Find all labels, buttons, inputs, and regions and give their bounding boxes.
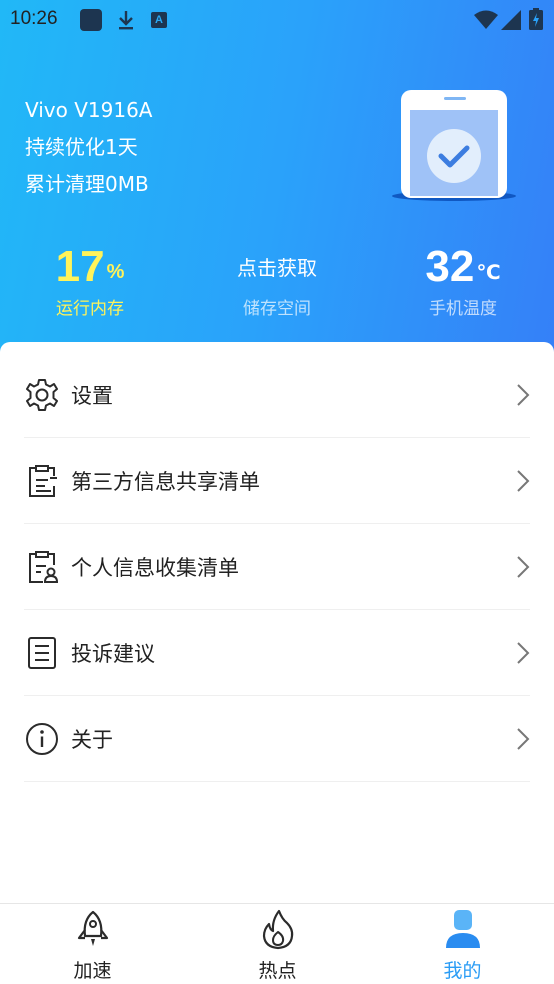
cleaned-total: 累计清理0MB xyxy=(25,172,149,196)
device-info: Vivo V1916A 持续优化1天 累计清理0MB xyxy=(25,92,153,203)
app-square-icon xyxy=(80,9,102,31)
menu-item-third-party-sharing[interactable]: 第三方信息共享清单 xyxy=(24,438,530,524)
menu-card: 设置 第三方信息共享清单 个人信息收集清单 投诉建议 关于 xyxy=(0,342,554,904)
a-notification-icon: A xyxy=(151,12,167,28)
info-icon xyxy=(24,721,60,757)
menu-item-settings[interactable]: 设置 xyxy=(24,352,530,438)
storage-label: 储存空间 xyxy=(243,299,311,319)
document-icon xyxy=(24,635,60,671)
phone-check-illustration xyxy=(392,90,516,201)
bottom-navigation: 加速 热点 我的 xyxy=(0,903,554,984)
menu-item-complaints[interactable]: 投诉建议 xyxy=(24,610,530,696)
memory-value: 17 xyxy=(55,242,105,291)
menu-item-personal-info-collection[interactable]: 个人信息收集清单 xyxy=(24,524,530,610)
memory-label: 运行内存 xyxy=(56,299,124,319)
chevron-right-icon xyxy=(517,642,530,664)
menu-label-about: 关于 xyxy=(71,727,113,752)
temperature-label: 手机温度 xyxy=(429,299,497,319)
menu-label-personal-info-collection: 个人信息收集清单 xyxy=(71,555,239,580)
menu-label-settings: 设置 xyxy=(71,383,113,408)
status-time: 10:26 xyxy=(10,8,58,29)
status-bar: 10:26 A xyxy=(0,0,554,38)
storage-stat[interactable]: 点击获取 储存空间 xyxy=(192,236,362,319)
optimized-days: 持续优化1天 xyxy=(25,135,138,159)
menu-item-about[interactable]: 关于 xyxy=(24,696,530,782)
temperature-stat[interactable]: 32 ℃ 手机温度 xyxy=(378,236,548,319)
menu-label-third-party-sharing: 第三方信息共享清单 xyxy=(71,469,260,494)
nav-label-hotspot: 热点 xyxy=(258,960,297,982)
settings-menu: 设置 第三方信息共享清单 个人信息收集清单 投诉建议 关于 xyxy=(24,352,530,782)
gear-icon xyxy=(24,377,60,413)
download-icon xyxy=(119,11,133,30)
rocket-icon xyxy=(77,910,108,946)
nav-tab-mine[interactable]: 我的 xyxy=(370,904,554,984)
battery-charging-icon xyxy=(529,8,543,30)
device-model: Vivo V1916A xyxy=(25,98,153,122)
header-banner: 10:26 A Vivo V1916A 持续优化1天 累计清理0MB 17 % … xyxy=(0,0,554,360)
chevron-right-icon xyxy=(517,728,530,750)
memory-stat[interactable]: 17 % 运行内存 xyxy=(5,236,175,319)
chevron-right-icon xyxy=(517,384,530,406)
clipboard-user-icon xyxy=(24,549,60,585)
storage-fetch-link[interactable]: 点击获取 xyxy=(237,244,317,292)
memory-unit: % xyxy=(106,261,125,283)
nav-label-mine: 我的 xyxy=(443,960,482,982)
menu-label-complaints: 投诉建议 xyxy=(71,641,155,666)
chevron-right-icon xyxy=(517,556,530,578)
nav-label-boost: 加速 xyxy=(73,960,112,982)
nav-tab-hotspot[interactable]: 热点 xyxy=(185,904,370,984)
temperature-unit: ℃ xyxy=(476,260,501,284)
user-icon xyxy=(445,910,480,948)
nav-tab-boost[interactable]: 加速 xyxy=(0,904,185,984)
flame-icon xyxy=(262,909,293,950)
cell-signal-icon xyxy=(501,10,521,30)
temperature-value: 32 xyxy=(425,242,475,291)
wifi-icon xyxy=(474,10,498,29)
chevron-right-icon xyxy=(517,470,530,492)
clipboard-list-icon xyxy=(24,463,60,499)
